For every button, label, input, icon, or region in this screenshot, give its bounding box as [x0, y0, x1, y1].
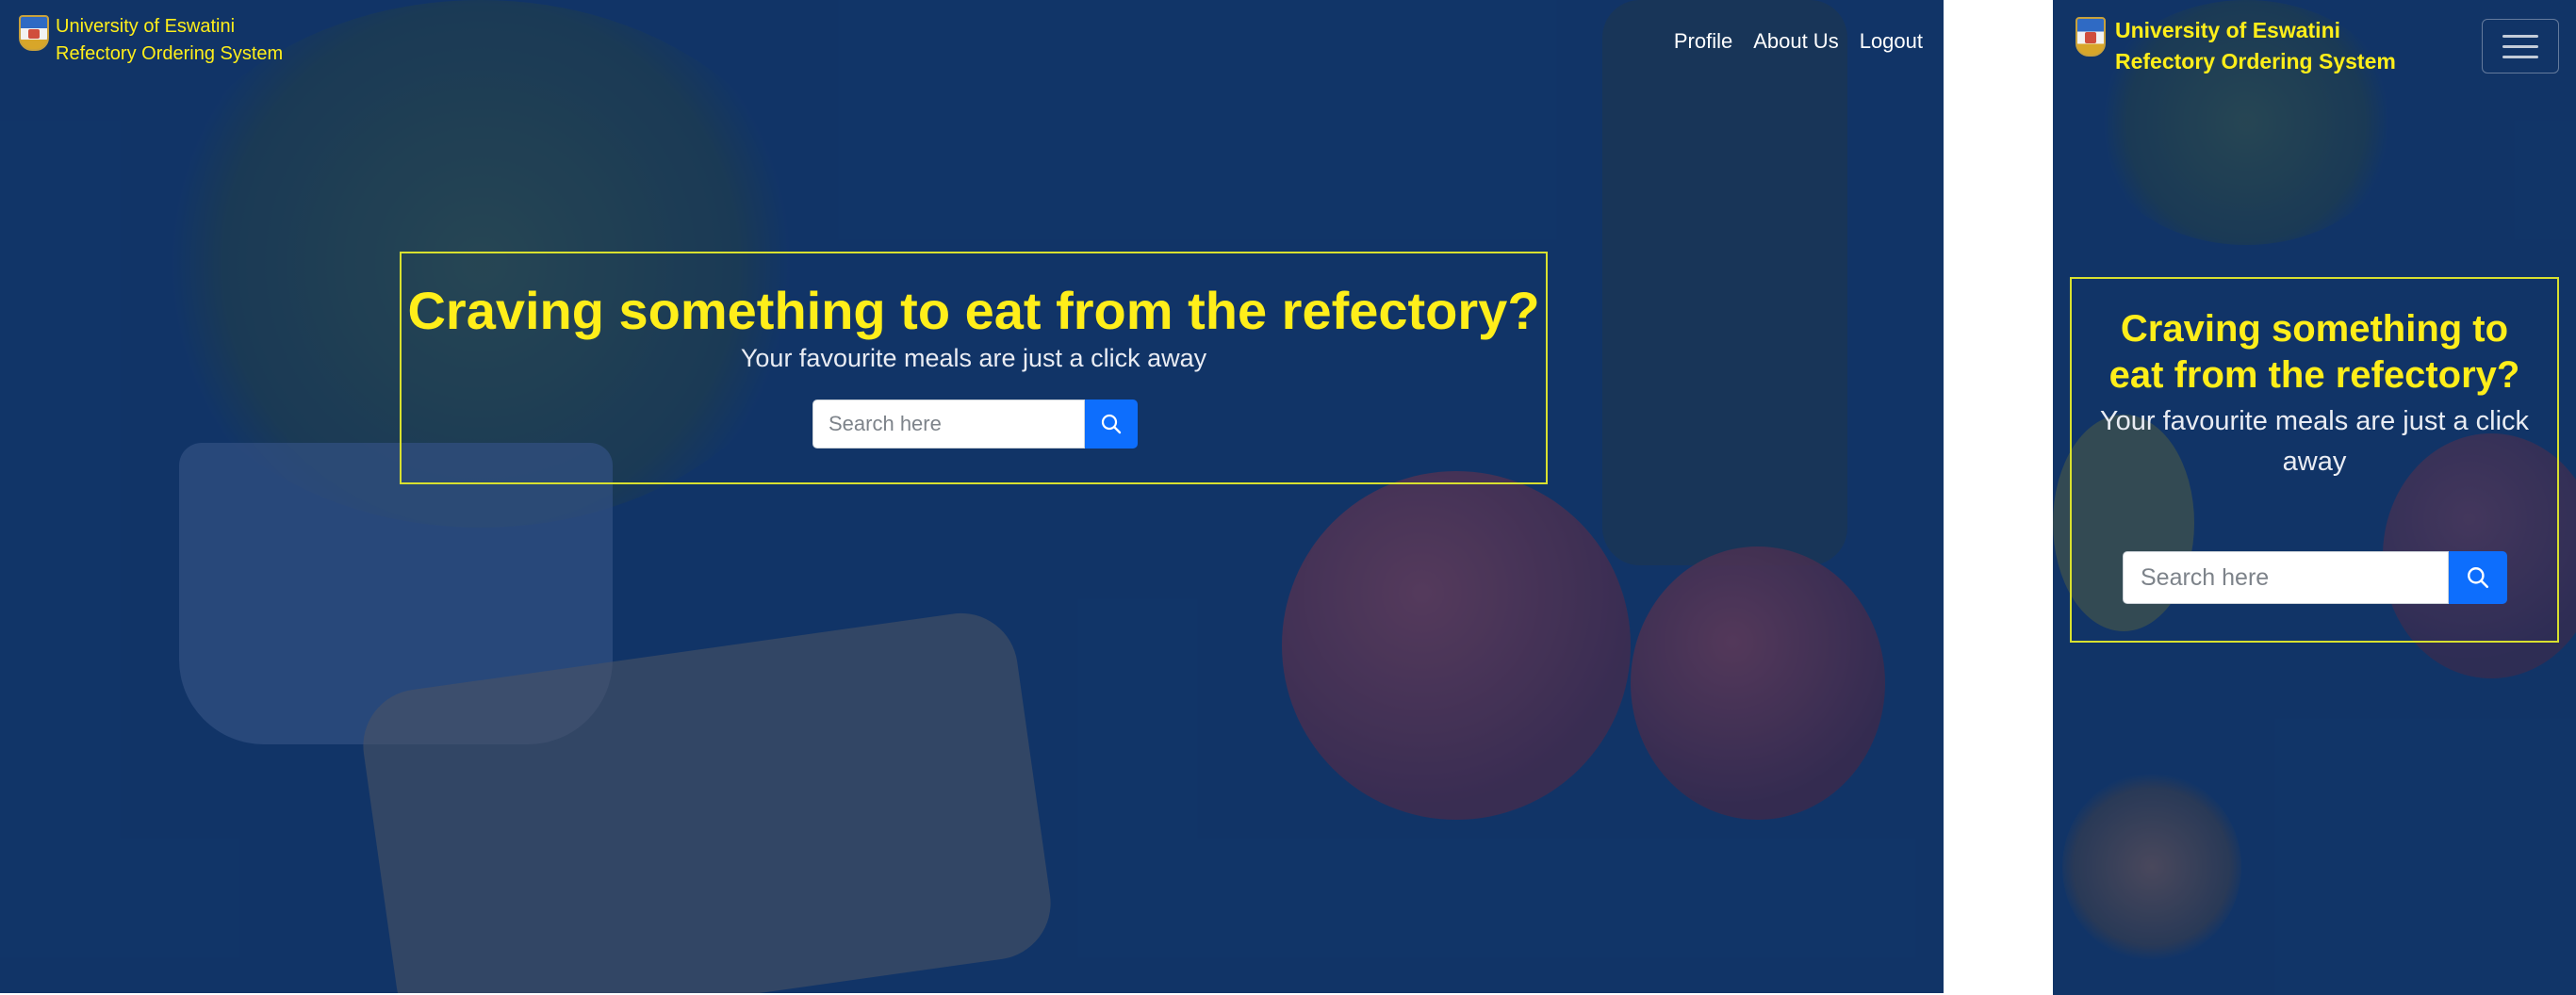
search-icon	[1101, 414, 1122, 434]
hero-box: Craving something to eat from the refect…	[400, 252, 1548, 484]
hamburger-menu-icon	[2502, 55, 2538, 58]
hero-title: Craving something to eat from the refect…	[2108, 308, 2520, 396]
hero-box: Craving something to eat from the refect…	[2070, 277, 2559, 643]
search-input[interactable]	[812, 400, 1085, 449]
search-bar	[812, 400, 1138, 449]
brand-line-1: University of Eswatini	[56, 16, 236, 37]
search-bar	[2123, 551, 2507, 604]
background-overlay	[0, 0, 1944, 993]
hamburger-menu-button[interactable]	[2482, 19, 2559, 73]
hero-subtitle: Your favourite meals are just a click aw…	[740, 343, 1207, 372]
desktop-view: University of Eswatini Refectory Orderin…	[0, 0, 1944, 993]
hamburger-menu-icon	[2502, 34, 2538, 38]
search-button[interactable]	[2449, 551, 2507, 604]
nav-link-logout[interactable]: Logout	[1860, 29, 1923, 54]
nav-link-about-us[interactable]: About Us	[1753, 29, 1839, 54]
university-crest-logo	[19, 15, 49, 51]
brand[interactable]: University of Eswatini Refectory Orderin…	[2076, 15, 2396, 76]
brand-line-1: University of Eswatini	[2115, 18, 2341, 42]
search-icon	[2468, 567, 2489, 589]
brand-line-2: Refectory Ordering System	[2115, 48, 2396, 73]
nav-links: Profile About Us Logout	[1674, 29, 1923, 54]
mobile-view: University of Eswatini Refectory Orderin…	[2053, 0, 2576, 995]
brand-line-2: Refectory Ordering System	[56, 43, 284, 64]
hero-subtitle: Your favourite meals are just a click aw…	[2099, 405, 2530, 478]
hamburger-menu-icon	[2502, 44, 2538, 48]
nav-link-profile[interactable]: Profile	[1674, 29, 1732, 54]
search-input[interactable]	[2123, 551, 2449, 604]
search-button[interactable]	[1085, 400, 1138, 449]
brand[interactable]: University of Eswatini Refectory Orderin…	[19, 13, 283, 68]
university-crest-logo	[2076, 17, 2106, 57]
hero-title: Craving something to eat from the refect…	[407, 281, 1540, 340]
